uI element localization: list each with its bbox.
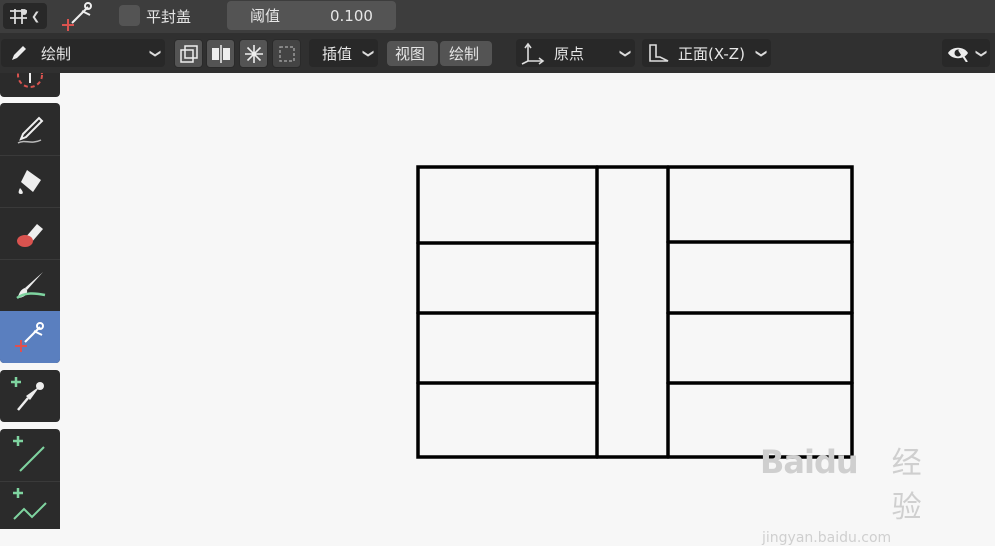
draw-menu[interactable]: 绘制 [440,41,492,66]
pencil-icon [12,46,26,60]
chevron-down-icon: ❮ [360,48,374,58]
eyedropper-tool[interactable] [0,370,60,422]
eraser-icon [17,224,43,247]
snowflake-icon [244,44,263,63]
scissors-icon [15,322,44,352]
view-label: 视图 [395,45,426,63]
flat-caps-checkbox[interactable] [119,5,140,26]
visibility-dropdown[interactable]: ❮ [942,39,990,67]
cursor-icon [17,73,43,88]
selection-icon [278,45,295,62]
cutter-tool[interactable] [0,311,60,363]
chevron-down-icon: ❮ [973,48,987,58]
watermark-url: jingyan.baidu.com [762,530,892,546]
cutter-tool-icon[interactable] [62,1,96,33]
chevron-down-icon: ❮ [617,48,631,58]
threshold-label: 阈值 [250,7,281,25]
mode-dropdown[interactable]: 绘制 ❮ [1,39,165,67]
eyedropper-icon [11,377,44,411]
plane-dropdown[interactable]: 正面(X-Z) ❮ [642,39,771,67]
interpolate-label: 插值 [322,44,353,63]
chevron-down-icon: ❮ [753,48,767,58]
watermark-chinese: 经验 [891,446,922,525]
snowflake-button[interactable] [239,39,268,68]
annotation-tool-icon [10,9,27,24]
draw-tool[interactable] [0,103,60,155]
bucket-icon [18,170,41,194]
flat-caps-label: 平封盖 [146,8,192,26]
pencil-icon [17,116,44,144]
tint-tool[interactable] [0,259,60,311]
eye-icon [948,47,968,62]
threshold-field[interactable]: 阈值 0.100 [227,1,396,30]
line-tools-group [0,429,60,529]
mirror-icon [211,44,230,63]
polyline-icon [13,488,47,520]
fill-tool[interactable] [0,155,60,207]
origin-label: 原点 [554,44,585,63]
overlay-icon [179,44,198,63]
origin-dropdown[interactable]: 原点 ❮ [516,39,635,67]
brush-icon [16,272,46,300]
erase-tool[interactable] [0,207,60,259]
tool-sidebar [0,73,60,529]
polyline-tool[interactable] [0,481,60,529]
cursor-tool[interactable] [0,73,60,97]
select-button[interactable] [272,39,301,68]
annotation-tool-dropdown[interactable]: ❮ [3,3,47,29]
mirror-button[interactable] [206,39,235,68]
watermark-brand: Baidu [760,443,859,481]
line-tool[interactable] [0,429,60,481]
threshold-value: 0.100 [330,6,373,25]
line-icon [13,436,45,472]
interpolate-dropdown[interactable]: 插值 ❮ [309,39,378,67]
draw-label: 绘制 [449,45,480,63]
copy-layer-button[interactable] [174,39,203,68]
top-header-bar: ❮ 平封盖 阈值 0.100 [0,0,995,33]
baidu-watermark: Baidu 经验 jingyan.baidu.com [760,438,950,546]
tool-settings-bar: 绘制 ❮ 插值 ❮ 视图 绘制 原点 ❮ 正面(X-Z) ❮ ❮ [0,33,995,73]
axis-icon [521,42,545,65]
draw-tools-group [0,103,60,363]
mode-label: 绘制 [41,44,72,63]
chevron-down-icon: ❮ [147,48,161,58]
plane-icon [649,44,669,62]
view-menu[interactable]: 视图 [387,41,438,66]
plane-label: 正面(X-Z) [678,44,745,63]
chevron-down-icon: ❮ [31,9,41,23]
